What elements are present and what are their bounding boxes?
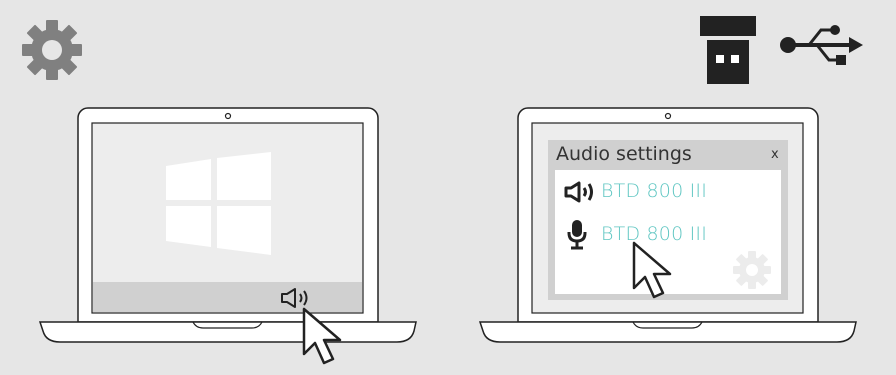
illustration: Audio settings x BTD 800 III BTD 800 III [0,0,896,375]
microphone-icon [567,220,587,250]
gear-icon[interactable] [732,250,772,290]
mouse-pointer-icon [632,241,672,299]
audio-settings-title: Audio settings [556,143,692,165]
playback-device-option[interactable]: BTD 800 III [601,180,707,202]
close-button[interactable]: x [771,147,779,162]
speaker-icon [564,181,593,203]
